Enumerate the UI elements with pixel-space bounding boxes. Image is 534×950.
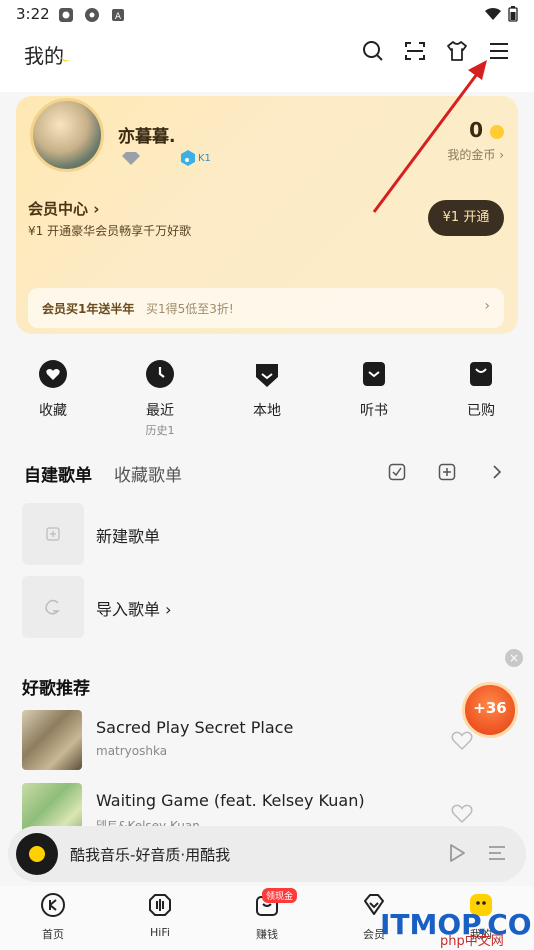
song-name: Sacred Play Secret Place	[96, 718, 294, 737]
hifi-icon	[149, 894, 171, 916]
bag-icon	[470, 362, 492, 386]
heart-icon	[39, 360, 67, 388]
app-icon	[59, 8, 73, 22]
promo-title: 会员买1年送半年	[42, 302, 135, 316]
moon-icon	[60, 56, 72, 62]
import-playlist-label: 导入歌单 ›	[96, 600, 172, 619]
tab-hifi[interactable]: HiFi	[125, 892, 195, 939]
bonus-value: +36	[473, 699, 507, 717]
battery-icon	[508, 6, 518, 22]
level-text: K1	[198, 152, 211, 164]
coin-label[interactable]: 我的金币 ›	[447, 146, 504, 163]
settings-icon	[85, 8, 99, 22]
song-row[interactable]: Sacred Play Secret Place matryoshka	[22, 710, 512, 772]
promo-desc: 买1得5低至3折!	[146, 302, 234, 316]
recommend-title: 好歌推荐	[22, 679, 90, 699]
home-icon	[41, 893, 65, 917]
play-icon[interactable]	[446, 842, 468, 864]
vip-card[interactable]: 亦暮暮. K1 0 我的金币 › 会员中心 › ¥1 开通豪华会员畅享千万好歌 …	[16, 96, 518, 334]
heart-outline-icon[interactable]	[450, 728, 474, 752]
vip-center-title[interactable]: 会员中心 ›	[28, 198, 99, 219]
avatar[interactable]	[30, 98, 104, 172]
quick-recent[interactable]: 最近 历史1	[125, 350, 195, 438]
plus-icon	[46, 527, 60, 541]
quick-local[interactable]: 本地	[232, 350, 302, 420]
coin-count[interactable]: 0	[469, 118, 504, 142]
music-level-icon	[181, 150, 195, 166]
earn-badge: 领现金	[262, 888, 298, 903]
level-badge: K1	[180, 150, 211, 166]
mini-player[interactable]: 酷我音乐-好音质·用酷我	[8, 826, 526, 882]
vip-promo-bar[interactable]: 会员买1年送半年 买1得5低至3折! ›	[28, 288, 504, 328]
quick-actions: 收藏 最近 历史1 本地 听书 已购	[0, 350, 534, 440]
album-disc[interactable]	[16, 833, 58, 875]
quick-purchased[interactable]: 已购	[446, 350, 516, 420]
tab-my-playlists[interactable]: 自建歌单	[24, 461, 92, 486]
tshirt-icon[interactable]	[446, 40, 468, 62]
search-icon[interactable]	[362, 40, 384, 62]
page-header: 我的	[0, 30, 534, 92]
a-icon: A	[112, 9, 124, 22]
status-bar: 3:22 A	[0, 0, 534, 30]
coin-icon	[490, 124, 504, 139]
local-music-icon	[256, 364, 278, 387]
clock-icon	[146, 360, 174, 388]
manage-icon[interactable]	[388, 463, 406, 481]
svg-text:A: A	[115, 12, 122, 22]
player-text: 酷我音乐-好音质·用酷我	[70, 846, 231, 864]
quick-favorites[interactable]: 收藏	[18, 350, 88, 420]
tab-collected-playlists[interactable]: 收藏歌单	[114, 461, 182, 486]
playlist-tabs: 自建歌单 收藏歌单	[0, 455, 534, 489]
import-playlist-row[interactable]: 导入歌单 ›	[22, 576, 512, 638]
menu-icon[interactable]	[488, 40, 510, 62]
vip-center-desc: ¥1 开通豪华会员畅享千万好歌	[28, 224, 192, 238]
add-icon[interactable]	[438, 463, 456, 481]
create-playlist-label: 新建歌单	[96, 527, 161, 546]
tab-home[interactable]: 首页	[18, 892, 88, 942]
import-playlist-thumb	[22, 576, 84, 638]
create-playlist-row[interactable]: 新建歌单	[22, 503, 512, 565]
quick-audiobook[interactable]: 听书	[339, 350, 409, 420]
wifi-icon	[485, 7, 501, 20]
status-right	[484, 6, 518, 22]
chevron-right-icon: ›	[484, 298, 490, 314]
username: 亦暮暮.	[118, 127, 176, 147]
status-time: 3:22	[16, 5, 50, 23]
audiobook-icon	[363, 362, 385, 386]
close-icon[interactable]: ×	[505, 649, 523, 667]
import-icon	[45, 599, 60, 615]
scan-icon[interactable]	[404, 40, 426, 62]
watermark-sub: php中文网	[440, 934, 504, 949]
diamond-icon	[122, 152, 140, 165]
song-artist: matryoshka	[96, 744, 168, 758]
playlist-icon[interactable]	[486, 842, 508, 864]
chevron-right-icon[interactable]	[488, 463, 506, 481]
create-playlist-thumb	[22, 503, 84, 565]
bonus-float[interactable]: +36	[462, 682, 518, 738]
song-cover	[22, 710, 82, 770]
heart-outline-icon[interactable]	[450, 801, 474, 825]
song-name: Waiting Game (feat. Kelsey Kuan)	[96, 791, 365, 810]
open-vip-button[interactable]: ¥1 开通	[428, 200, 504, 236]
